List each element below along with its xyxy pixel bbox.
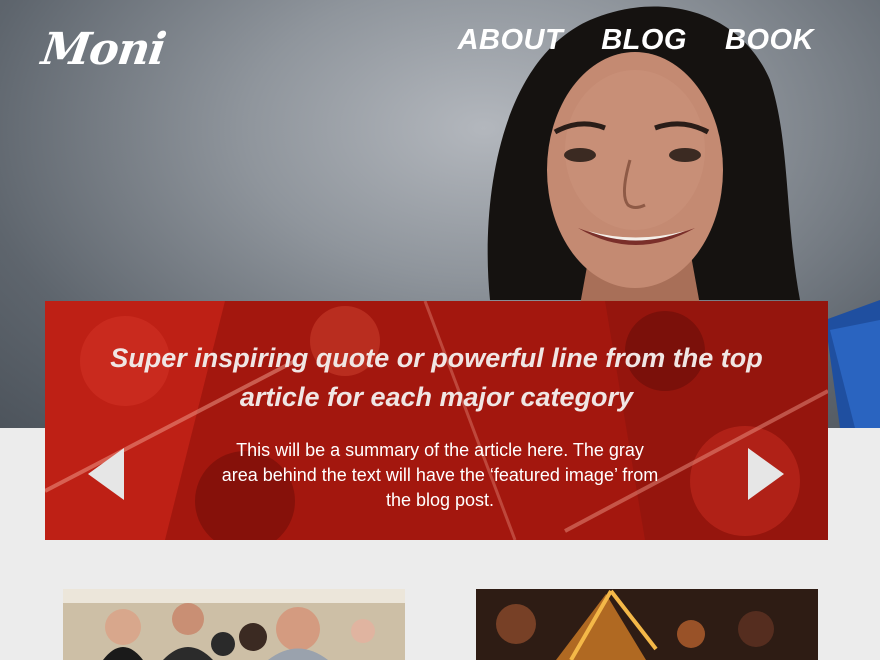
nav-link-blog[interactable]: BLOG bbox=[601, 24, 687, 57]
article-thumbnail-right[interactable] bbox=[476, 589, 818, 660]
nav-link-book[interactable]: BOOK bbox=[725, 24, 814, 57]
featured-summary: This will be a summary of the article he… bbox=[221, 440, 659, 510]
featured-article-slider: Super inspiring quote or powerful line f… bbox=[45, 301, 828, 540]
chevron-left-icon[interactable] bbox=[88, 448, 124, 500]
nav-link-about[interactable]: ABOUT bbox=[458, 24, 564, 57]
article-thumbnail-left[interactable] bbox=[63, 589, 405, 660]
chevron-right-icon[interactable] bbox=[748, 448, 784, 500]
main-nav: ABOUT BLOG BOOK bbox=[458, 24, 814, 57]
brand-logo[interactable]: Moni bbox=[38, 24, 168, 75]
featured-quote: Super inspiring quote or powerful line f… bbox=[110, 343, 763, 412]
